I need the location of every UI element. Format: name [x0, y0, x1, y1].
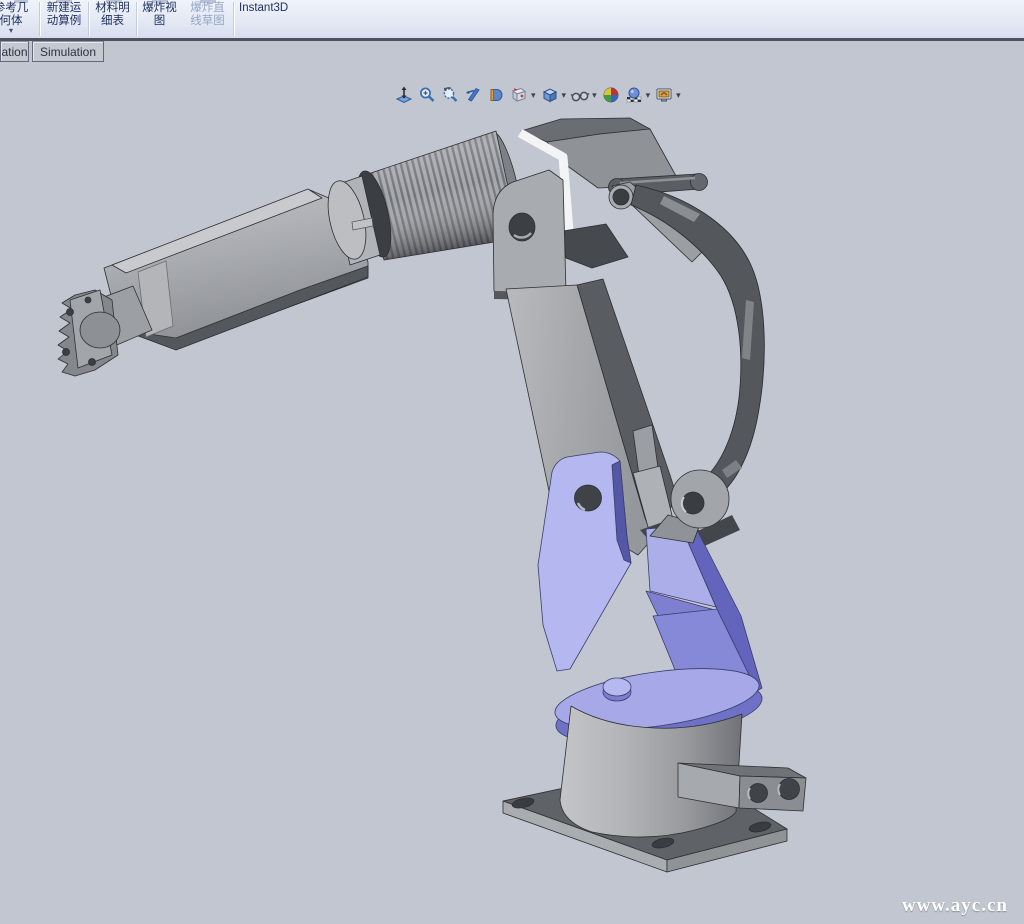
- chevron-down-icon[interactable]: ▾: [531, 90, 536, 101]
- watermark: www.ayc.cn: [902, 895, 1008, 917]
- view-orientation-icon[interactable]: [509, 85, 529, 105]
- edit-appearance-icon[interactable]: [601, 85, 621, 105]
- chevron-down-icon[interactable]: ▾: [562, 90, 567, 101]
- heads-up-view-toolbar: ▾ ▾ ▾ ▾ ▾: [394, 84, 682, 106]
- chevron-down-icon[interactable]: ▾: [592, 90, 597, 101]
- rotate-view-icon[interactable]: [463, 85, 483, 105]
- section-view-icon[interactable]: [486, 85, 506, 105]
- robot-arm-model: [0, 0, 1024, 924]
- previous-view-icon[interactable]: [440, 85, 460, 105]
- end-effector: [58, 286, 152, 376]
- zoom-to-fit-icon[interactable]: [394, 85, 414, 105]
- view-settings-icon[interactable]: [654, 85, 674, 105]
- solidworks-window: 参考几 何体 ▾ 新建运 动算例 材料明 细表 爆炸视 图 爆炸直 线草图 In…: [0, 0, 1024, 924]
- shoulder-bracket-front: [538, 452, 631, 671]
- apply-scene-icon[interactable]: [624, 85, 644, 105]
- chevron-down-icon[interactable]: ▾: [676, 90, 681, 101]
- graphics-viewport[interactable]: ▾ ▾ ▾ ▾ ▾ www.ayc.cn: [0, 40, 1024, 924]
- hide-show-items-icon[interactable]: [570, 85, 590, 105]
- zoom-to-area-icon[interactable]: [417, 85, 437, 105]
- chevron-down-icon[interactable]: ▾: [646, 90, 651, 101]
- display-style-icon[interactable]: [540, 85, 560, 105]
